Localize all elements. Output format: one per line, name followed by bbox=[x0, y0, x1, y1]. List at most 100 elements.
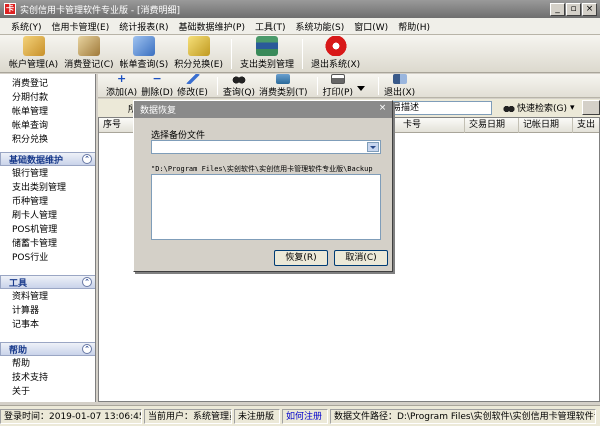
menu-reports[interactable]: 统计报表(R) bbox=[114, 20, 173, 33]
subtoolbar-label: 修改(E) bbox=[177, 87, 208, 98]
column-header-posting-date[interactable]: 记帐日期 bbox=[519, 118, 573, 133]
nav-header-base-data[interactable]: 基础数据维护 ⌃ bbox=[0, 152, 95, 166]
dialog-body: 选择备份文件 "D:\Program Files\实创软件\实创信用卡管理软件专… bbox=[134, 118, 392, 271]
nav-item-bill-query[interactable]: 帐单查询 bbox=[12, 119, 95, 133]
subtoolbar-label: 删除(D) bbox=[141, 87, 174, 98]
column-header-expense[interactable]: 支出 bbox=[573, 118, 599, 133]
books-icon bbox=[255, 36, 278, 56]
delete-button[interactable]: − 删除(D) bbox=[141, 73, 174, 98]
minimize-button[interactable]: _ bbox=[550, 2, 565, 16]
register-link[interactable]: 如何注册 bbox=[282, 408, 328, 424]
nav-item-about[interactable]: 关于 bbox=[12, 385, 95, 399]
window-title: 实创信用卡管理软件专业版 - [消费明细] bbox=[20, 5, 180, 16]
exit-door-icon bbox=[392, 73, 407, 84]
toolbar-label: 退出系统(X) bbox=[310, 60, 361, 70]
nav-section-help: 帮助 ⌃ 帮助 技术支持 关于 bbox=[0, 342, 95, 399]
menu-window[interactable]: 窗口(W) bbox=[349, 20, 393, 33]
backup-info-area[interactable] bbox=[151, 174, 381, 240]
query-button[interactable]: 查询(Q) bbox=[223, 73, 255, 98]
status-registration: 未注册版 bbox=[234, 408, 280, 424]
nav-header-title: 基础数据维护 bbox=[9, 155, 64, 166]
status-bar: 登录时间：2019-01-07 13:06:45 当前用户：系统管理员 未注册版… bbox=[0, 405, 600, 426]
restore-button[interactable]: 恢复(R) bbox=[274, 250, 328, 266]
record-toolbar: + 添加(A) − 删除(D) 修改(E) 查询(Q) 消费类别(T) 打印(P… bbox=[98, 73, 600, 98]
account-management-button[interactable]: 帐户管理(A) bbox=[6, 36, 61, 72]
exit-button[interactable]: 退出(X) bbox=[383, 73, 416, 98]
register-icon bbox=[77, 36, 100, 56]
collapse-icon[interactable]: ⌃ bbox=[82, 277, 92, 287]
nav-item-expense-register[interactable]: 消费登记 bbox=[12, 77, 95, 91]
nav-item-pos-industry[interactable]: POS行业 bbox=[12, 251, 95, 265]
title-bar: 卡 实创信用卡管理软件专业版 - [消费明细] _ ▫ × bbox=[0, 0, 600, 18]
add-button[interactable]: + 添加(A) bbox=[106, 73, 137, 98]
nav-item-notepad[interactable]: 记事本 bbox=[12, 318, 95, 332]
toolbar-label: 积分兑换(E) bbox=[174, 60, 223, 70]
nav-item-cardholder[interactable]: 刷卡人管理 bbox=[12, 209, 95, 223]
nav-item-installment[interactable]: 分期付款 bbox=[12, 91, 95, 105]
menu-card-management[interactable]: 信用卡管理(E) bbox=[47, 20, 115, 33]
nav-item-points-exchange[interactable]: 积分兑换 bbox=[12, 133, 95, 147]
nav-item-data-management[interactable]: 资料管理 bbox=[12, 290, 95, 304]
data-restore-dialog: 数据恢复 × 选择备份文件 "D:\Program Files\实创软件\实创信… bbox=[133, 100, 393, 272]
binoculars-icon bbox=[503, 102, 515, 113]
backup-file-select[interactable] bbox=[151, 140, 381, 154]
dialog-close-icon[interactable]: × bbox=[376, 104, 389, 115]
search-go-button[interactable] bbox=[582, 100, 600, 115]
expense-type-button[interactable]: 消费类别(T) bbox=[259, 73, 308, 98]
quick-search-button[interactable]: 快速检索(G) ▾ bbox=[503, 101, 575, 114]
expense-category-button[interactable]: 支出类别管理 bbox=[237, 36, 297, 72]
points-icon bbox=[187, 36, 210, 56]
nav-section-tools: 工具 ⌃ 资料管理 计算器 记事本 bbox=[0, 275, 95, 332]
nav-item-tech-support[interactable]: 技术支持 bbox=[12, 371, 95, 385]
column-header-card-number[interactable]: 卡号 bbox=[399, 118, 465, 133]
expense-register-button[interactable]: 消费登记(C) bbox=[61, 36, 116, 72]
app-icon: 卡 bbox=[4, 3, 16, 15]
search-field[interactable]: 易描述 bbox=[388, 101, 492, 115]
menu-tools[interactable]: 工具(T) bbox=[250, 20, 291, 33]
collapse-icon[interactable]: ⌃ bbox=[82, 154, 92, 164]
collapse-icon[interactable]: ⌃ bbox=[82, 344, 92, 354]
chevron-down-icon[interactable] bbox=[367, 142, 379, 152]
dialog-title-bar: 数据恢复 × bbox=[134, 101, 392, 118]
left-nav-panel: 消费登记 分期付款 帐单管理 帐单查询 积分兑换 基础数据维护 ⌃ 银行管理 支… bbox=[0, 74, 96, 402]
nav-item-calculator[interactable]: 计算器 bbox=[12, 304, 95, 318]
binoculars-icon bbox=[231, 73, 246, 84]
nav-item-help[interactable]: 帮助 bbox=[12, 357, 95, 371]
menu-system-functions[interactable]: 系统功能(S) bbox=[291, 20, 350, 33]
nav-item-debit-card[interactable]: 储蓄卡管理 bbox=[12, 237, 95, 251]
bill-query-icon bbox=[132, 36, 155, 56]
toolbar-separator bbox=[316, 76, 318, 95]
print-icon bbox=[330, 73, 345, 84]
cancel-button[interactable]: 取消(C) bbox=[334, 250, 388, 266]
points-exchange-button[interactable]: 积分兑换(E) bbox=[171, 36, 226, 72]
main-toolbar: 帐户管理(A) 消费登记(C) 帐单查询(S) 积分兑换(E) 支出类别管理 退… bbox=[0, 35, 600, 73]
toolbar-separator bbox=[216, 76, 218, 95]
quick-search-label: 快速检索(G) bbox=[517, 104, 567, 114]
nav-item-currency[interactable]: 币种管理 bbox=[12, 195, 95, 209]
menu-base-data[interactable]: 基础数据维护(P) bbox=[174, 20, 250, 33]
close-button[interactable]: × bbox=[582, 2, 597, 16]
toolbar-separator bbox=[230, 39, 232, 69]
exit-icon bbox=[324, 36, 347, 56]
subtoolbar-label: 退出(X) bbox=[383, 87, 416, 98]
nav-item-bill-management[interactable]: 帐单管理 bbox=[12, 105, 95, 119]
nav-item-pos-machine[interactable]: POS机管理 bbox=[12, 223, 95, 237]
nav-item-expense-category[interactable]: 支出类别管理 bbox=[12, 181, 95, 195]
nav-item-bank[interactable]: 银行管理 bbox=[12, 167, 95, 181]
nav-header-help[interactable]: 帮助 ⌃ bbox=[0, 342, 95, 356]
nav-header-title: 帮助 bbox=[9, 345, 28, 356]
menu-bar: 系统(Y) 信用卡管理(E) 统计报表(R) 基础数据维护(P) 工具(T) 系… bbox=[0, 18, 600, 35]
bill-query-button[interactable]: 帐单查询(S) bbox=[117, 36, 172, 72]
edit-button[interactable]: 修改(E) bbox=[177, 73, 208, 98]
print-button[interactable]: 打印(P) bbox=[323, 73, 353, 98]
toolbar-label: 帐单查询(S) bbox=[119, 60, 169, 70]
menu-system[interactable]: 系统(Y) bbox=[6, 20, 47, 33]
exit-system-button[interactable]: 退出系统(X) bbox=[308, 36, 363, 72]
chevron-down-icon: ▾ bbox=[570, 102, 575, 113]
restore-button[interactable]: ▫ bbox=[566, 2, 581, 16]
column-header-transaction-date[interactable]: 交易日期 bbox=[465, 118, 519, 133]
edit-icon bbox=[185, 73, 200, 84]
nav-header-tools[interactable]: 工具 ⌃ bbox=[0, 275, 95, 289]
menu-help[interactable]: 帮助(H) bbox=[393, 20, 435, 33]
print-dropdown-arrow[interactable] bbox=[356, 86, 365, 91]
